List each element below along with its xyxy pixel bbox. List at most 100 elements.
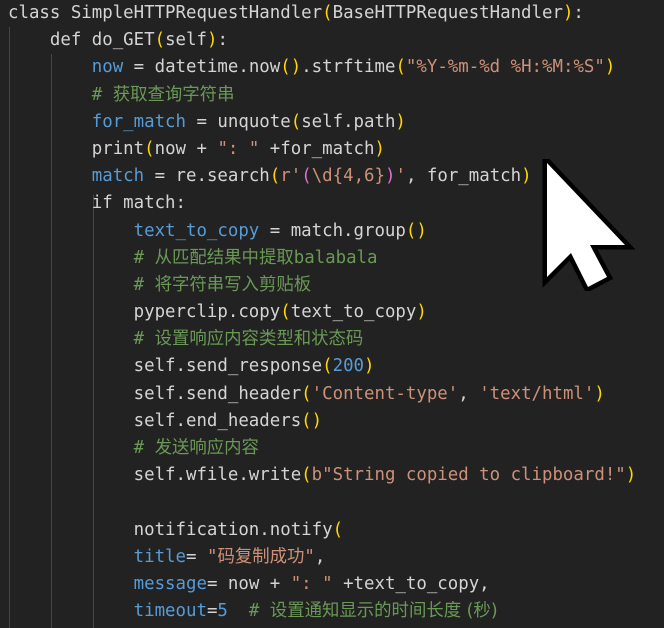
- code-token: ): [562, 3, 574, 23]
- code-token: balabala: [293, 247, 378, 268]
- code-token: ,: [314, 546, 326, 567]
- code-token: 5: [217, 601, 228, 622]
- code-line[interactable]: notification.notify(: [0, 517, 664, 544]
- code-line[interactable]: timeout=5 # 设置通知显示的时间长度 (秒): [0, 598, 664, 625]
- code-token: =: [186, 546, 207, 567]
- code-token: (: [280, 302, 291, 323]
- code-token: #: [248, 601, 270, 622]
- code-token: 码复制成功: [217, 546, 305, 567]
- code-token: = re.search: [144, 166, 270, 187]
- code-line[interactable]: now = datetime.now().strftime("%Y-%m-%d …: [0, 54, 664, 81]
- code-token: = now +: [206, 573, 291, 594]
- code-token: 将字符串写入剪贴板: [154, 274, 312, 295]
- code-token: timeout: [133, 601, 207, 622]
- code-line[interactable]: message= now + ": " +text_to_copy,: [0, 571, 664, 598]
- code-line[interactable]: self.end_headers(): [0, 408, 664, 435]
- code-token: 'Content-type': [311, 383, 459, 404]
- code-line[interactable]: class SimpleHTTPRequestHandler(BaseHTTPR…: [0, 0, 664, 27]
- code-token: (): [280, 57, 302, 78]
- code-token: "%Y-%m-%d %H:%M:%S": [405, 57, 605, 78]
- code-token: 发送响应内容: [154, 438, 259, 458]
- code-token: #: [133, 274, 155, 295]
- code-token: #: [133, 247, 155, 268]
- code-token: ,: [458, 383, 480, 404]
- code-token: ": ": [217, 138, 260, 159]
- code-token: (: [290, 111, 302, 132]
- code-token: ): [521, 166, 532, 187]
- code-token: = datetime.now: [123, 57, 281, 78]
- code-line[interactable]: print(now + ": " +for_match): [0, 136, 664, 163]
- code-token: r': [280, 166, 302, 187]
- code-text-surface[interactable]: class SimpleHTTPRequestHandler(BaseHTTPR…: [0, 0, 664, 628]
- code-line[interactable]: self.send_response(200): [0, 353, 664, 380]
- code-line[interactable]: # 将字符串写入剪贴板: [0, 272, 664, 299]
- code-line[interactable]: for_match = unquote(self.path): [0, 109, 664, 136]
- code-line[interactable]: title= "码复制成功",: [0, 544, 664, 571]
- code-token: ): [625, 465, 637, 486]
- code-line[interactable]: # 发送响应内容: [0, 435, 664, 462]
- code-token: if match:: [8, 193, 186, 214]
- code-token: , for_match: [405, 166, 522, 187]
- code-token: (): [301, 410, 323, 431]
- code-editor-viewport[interactable]: class SimpleHTTPRequestHandler(BaseHTTPR…: [0, 0, 664, 628]
- code-token: (: [301, 383, 312, 404]
- code-token: notification.notify: [8, 519, 333, 540]
- code-token: (: [154, 30, 166, 51]
- code-token: match: [91, 166, 145, 187]
- code-token: #: [133, 329, 155, 350]
- code-token: print: [8, 138, 145, 159]
- code-token: text_to_copy: [133, 220, 260, 241]
- code-token: (: [144, 138, 155, 159]
- code-token: ): [594, 383, 605, 404]
- code-token: (: [395, 57, 406, 78]
- code-token: ): [206, 30, 218, 51]
- code-line[interactable]: pyperclip.copy(text_to_copy): [0, 299, 664, 326]
- code-token: ": [206, 546, 218, 567]
- code-line[interactable]: self.wfile.write(b"String copied to clip…: [0, 462, 664, 489]
- code-line[interactable]: # 获取查询字符串: [0, 82, 664, 109]
- code-token: ): [395, 111, 406, 132]
- code-token: \d{4,6}: [311, 166, 385, 187]
- code-line[interactable]: text_to_copy = match.group(): [0, 218, 664, 245]
- code-token: (: [301, 465, 312, 486]
- code-token: (: [269, 166, 281, 187]
- code-token: message: [133, 573, 207, 594]
- code-line[interactable]: # 设置响应内容类型和状态码: [0, 326, 664, 353]
- code-line[interactable]: [0, 489, 664, 516]
- code-token: :: [573, 3, 584, 23]
- code-token: =: [206, 601, 218, 622]
- code-token: 设置响应内容类型和状态码: [154, 329, 364, 350]
- code-token: (: [332, 519, 344, 540]
- code-token: for_match: [91, 111, 186, 132]
- code-token: now +: [154, 138, 218, 159]
- code-line[interactable]: def do_GET(self):: [0, 27, 664, 54]
- code-token: 设置通知显示的时间长度 (秒): [269, 601, 498, 622]
- code-token: (: [301, 166, 312, 187]
- code-line[interactable]: match = re.search(r'(\d{4,6})', for_matc…: [0, 163, 664, 190]
- code-line[interactable]: self.send_header('Content-type', 'text/h…: [0, 381, 664, 408]
- code-token: (: [322, 3, 333, 23]
- code-token: now: [91, 57, 124, 78]
- code-line[interactable]: if match:: [0, 190, 664, 217]
- code-token: self: [165, 30, 207, 51]
- code-token: +text_to_copy,: [332, 573, 490, 594]
- code-token: pyperclip.copy: [8, 302, 281, 323]
- code-token: self.send_response: [8, 356, 323, 377]
- code-line[interactable]: # 从匹配结果中提取balabala: [0, 245, 664, 272]
- code-token: self.wfile.write: [8, 465, 302, 486]
- code-token: (: [322, 356, 333, 377]
- code-token: class SimpleHTTPRequestHandler: [8, 3, 323, 23]
- code-token: 从匹配结果中提取: [154, 247, 294, 268]
